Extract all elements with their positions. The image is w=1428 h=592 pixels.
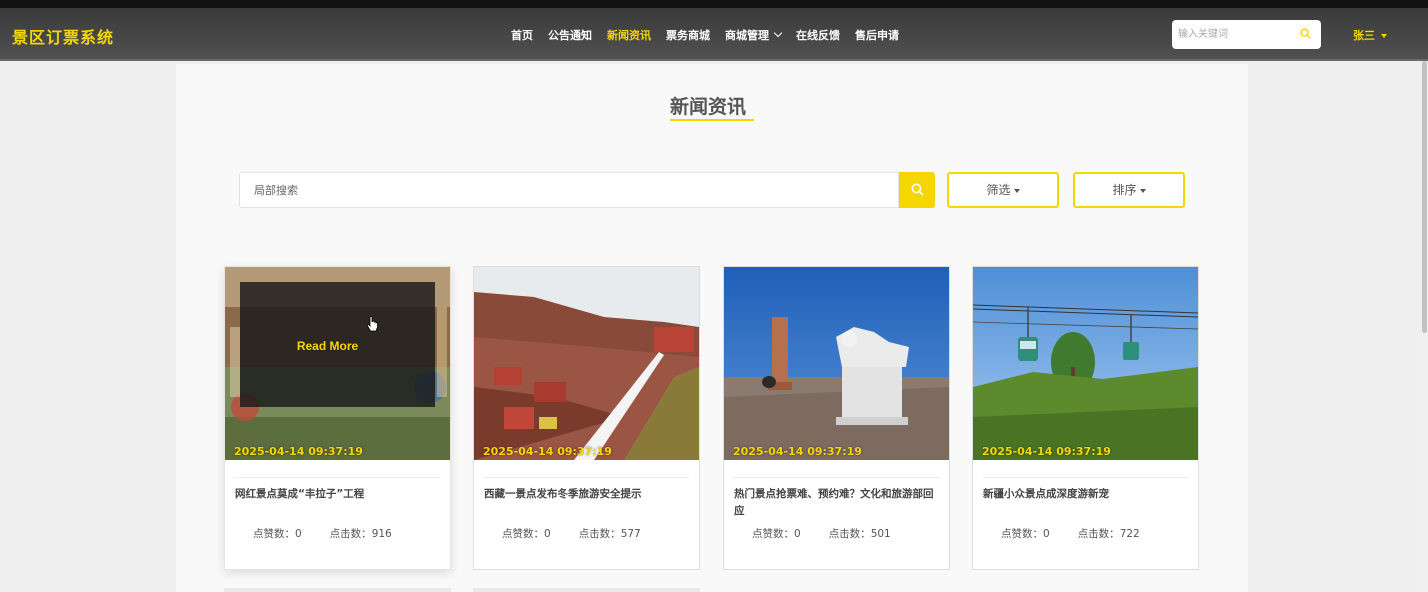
nav-item-home[interactable]: 首页 [511,27,533,43]
clicks-label: 点击数： [828,528,871,540]
likes-label: 点赞数： [253,528,295,540]
filter-button[interactable]: 筛选 [947,172,1059,208]
clicks-count: 722 [1119,528,1140,540]
news-stats: 点赞数：0 点击数：722 [1001,526,1140,541]
news-image [474,267,699,460]
news-card[interactable]: 2025-04-14 09:37:19 新疆小众景点成深度游新宠 点赞数：0 点击… [972,266,1199,570]
likes-label: 点赞数： [752,528,794,540]
next-row-card-edge [473,588,700,592]
news-date: 2025-04-14 09:37:19 [234,445,363,458]
nav-search-input[interactable] [1178,26,1293,42]
navbar: 景区订票系统 首页 公告通知 新闻资讯 票务商城 商城管理 在线反馈 售后申请 … [0,8,1428,61]
nav-item-after-sales[interactable]: 售后申请 [855,27,899,43]
nav-item-announcements[interactable]: 公告通知 [548,27,592,43]
next-row-card-edge [224,588,451,592]
news-title[interactable]: 新疆小众景点成深度游新宠 [983,486,1190,503]
content-panel: 新闻资讯 筛选 排序 Read More 2025-04-14 [176,64,1248,592]
window-top-strip [0,0,1428,8]
news-card[interactable]: 2025-04-14 09:37:19 西藏一景点发布冬季旅游安全提示 点赞数：… [473,266,700,570]
user-menu[interactable]: 张三 [1353,27,1387,43]
caret-down-icon [1381,34,1387,38]
news-title[interactable]: 西藏一景点发布冬季旅游安全提示 [484,486,691,503]
clicks-label: 点击数： [329,528,372,540]
card-divider [982,477,1189,478]
news-stats: 点赞数：0 点击数：916 [253,526,392,541]
nav-item-label: 公告通知 [548,29,592,42]
nav-item-label: 首页 [511,29,533,42]
news-date: 2025-04-14 09:37:19 [733,445,862,458]
card-divider [234,477,441,478]
nav-item-label: 在线反馈 [796,29,840,42]
likes-count: 0 [794,528,801,540]
likes-count: 0 [295,528,302,540]
read-more-label: Read More [296,339,359,353]
sort-label: 排序 [1112,183,1137,197]
local-search-input[interactable] [254,183,854,199]
caret-down-icon [1013,188,1020,193]
nav-item-ticket-mall[interactable]: 票务商城 [666,27,710,43]
news-card[interactable]: Read More 2025-04-14 09:37:19 网红景点莫成“丰拉子… [224,266,451,570]
brand-logo[interactable]: 景区订票系统 [12,24,114,48]
clicks-label: 点击数： [578,528,621,540]
search-button[interactable] [899,172,935,208]
page-title: 新闻资讯 [670,96,747,118]
news-stats: 点赞数：0 点击数：501 [752,526,891,541]
likes-label: 点赞数： [1001,528,1043,540]
local-search-box [239,172,899,208]
news-stats: 点赞数：0 点击数：577 [502,526,641,541]
nav-search-box [1172,20,1321,49]
nav-item-news[interactable]: 新闻资讯 [607,27,651,43]
news-card[interactable]: 2025-04-14 09:37:19 热门景点抢票难、预约难？文化和旅游部回应… [723,266,950,570]
nav-item-label: 售后申请 [855,29,899,42]
news-date: 2025-04-14 09:37:19 [982,445,1111,458]
nav-item-label: 新闻资讯 [607,29,651,42]
nav-item-label: 票务商城 [666,29,710,42]
likes-count: 0 [544,528,551,540]
likes-label: 点赞数： [502,528,544,540]
chevron-down-icon [773,28,783,38]
read-more-overlay[interactable]: Read More [240,282,435,407]
clicks-count: 916 [371,528,392,540]
news-title[interactable]: 热门景点抢票难、预约难？文化和旅游部回应 [734,486,941,520]
news-image [724,267,949,460]
news-thumbnail[interactable]: Read More 2025-04-14 09:37:19 [225,267,450,460]
user-name: 张三 [1353,29,1375,42]
news-thumbnail[interactable]: 2025-04-14 09:37:19 [724,267,949,460]
news-title[interactable]: 网红景点莫成“丰拉子”工程 [235,486,442,503]
clicks-label: 点击数： [1077,528,1120,540]
news-thumbnail[interactable]: 2025-04-14 09:37:19 [474,267,699,460]
hand-cursor-icon [367,316,378,332]
nav-item-mall-management[interactable]: 商城管理 [725,27,783,43]
news-image [973,267,1198,460]
main-menu: 首页 公告通知 新闻资讯 票务商城 商城管理 在线反馈 售后申请 [511,27,914,43]
nav-item-feedback[interactable]: 在线反馈 [796,27,840,43]
sort-button[interactable]: 排序 [1073,172,1185,208]
search-icon[interactable] [1300,28,1311,39]
caret-down-icon [1139,188,1146,193]
card-divider [733,477,940,478]
filter-label: 筛选 [986,183,1011,197]
title-underline [670,119,754,121]
page-scrollbar[interactable] [1421,61,1428,592]
news-thumbnail[interactable]: 2025-04-14 09:37:19 [973,267,1198,460]
clicks-count: 577 [620,528,641,540]
clicks-count: 501 [870,528,891,540]
scrollbar-thumb[interactable] [1422,61,1427,333]
card-divider [483,477,690,478]
likes-count: 0 [1043,528,1050,540]
nav-item-label: 商城管理 [725,29,769,42]
search-icon [911,183,924,196]
news-date: 2025-04-14 09:37:19 [483,445,612,458]
